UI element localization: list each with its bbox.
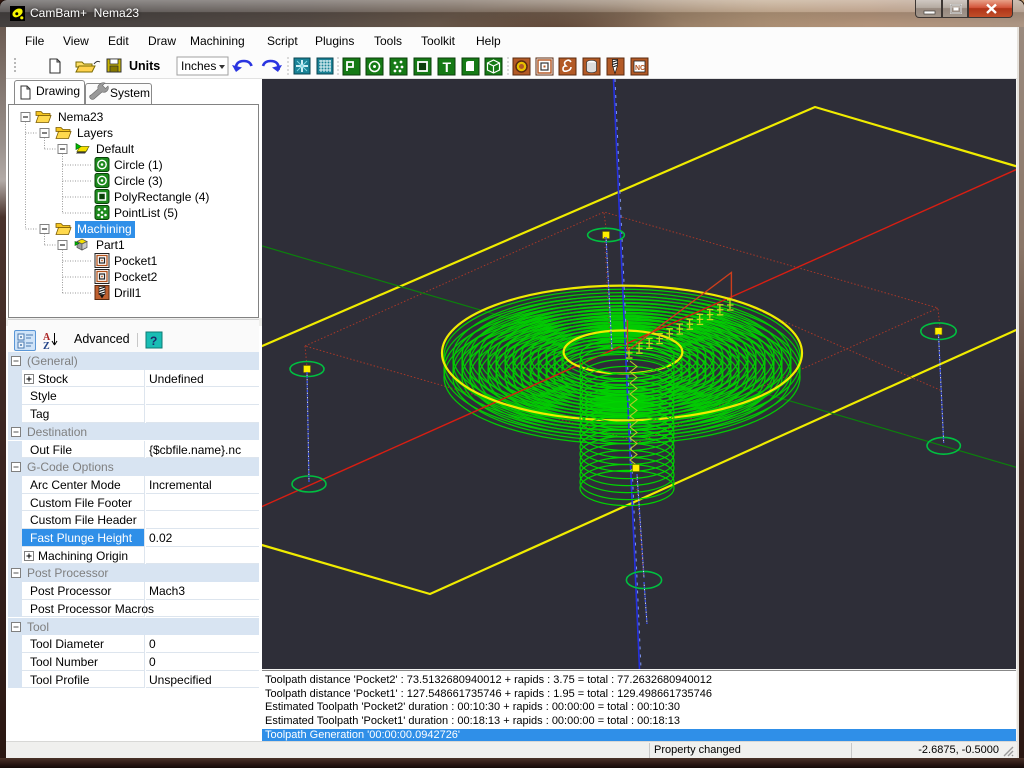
svg-text:?: ? bbox=[150, 334, 157, 348]
svg-text:NC: NC bbox=[635, 65, 645, 72]
svg-text:Inches: Inches bbox=[181, 59, 216, 73]
svg-text:T: T bbox=[443, 59, 452, 75]
svg-text:Units: Units bbox=[129, 59, 160, 73]
svg-text:Z: Z bbox=[43, 341, 50, 352]
